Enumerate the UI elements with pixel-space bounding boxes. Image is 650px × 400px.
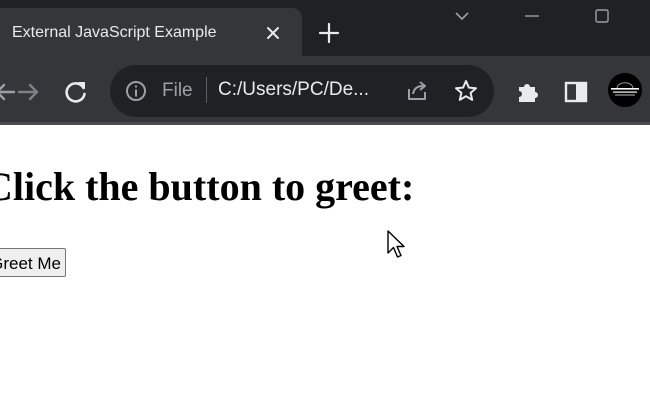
tab-title: External JavaScript Example xyxy=(12,24,217,41)
maximize-icon[interactable] xyxy=(592,6,612,26)
tab-strip: External JavaScript Example xyxy=(0,0,650,64)
mouse-cursor-icon xyxy=(387,230,405,258)
url-text[interactable]: C:/Users/PC/De... xyxy=(218,79,369,101)
browser-window: External JavaScript Example File C:/User… xyxy=(0,0,650,400)
profile-avatar-icon xyxy=(608,73,642,107)
page-heading: Click the button to greet: xyxy=(0,164,415,209)
close-icon[interactable] xyxy=(262,22,284,44)
star-icon[interactable] xyxy=(453,78,479,104)
avatar[interactable] xyxy=(608,73,642,107)
toolbar-divider xyxy=(0,122,650,125)
side-panel-icon[interactable] xyxy=(562,78,590,106)
address-bar[interactable]: File C:/Users/PC/De... xyxy=(110,65,494,117)
plus-icon[interactable] xyxy=(318,22,340,44)
info-icon[interactable] xyxy=(124,79,148,103)
puzzle-icon[interactable] xyxy=(514,78,542,106)
tab-search-chevron-icon[interactable] xyxy=(452,6,472,26)
reload-icon[interactable] xyxy=(62,78,90,106)
share-icon[interactable] xyxy=(404,78,430,104)
forward-arrow-icon[interactable] xyxy=(14,78,42,106)
greet-me-button[interactable]: Greet Me xyxy=(0,248,66,277)
chip-separator xyxy=(206,77,207,103)
minimize-icon[interactable] xyxy=(522,6,542,26)
file-chip-label: File xyxy=(162,80,193,101)
